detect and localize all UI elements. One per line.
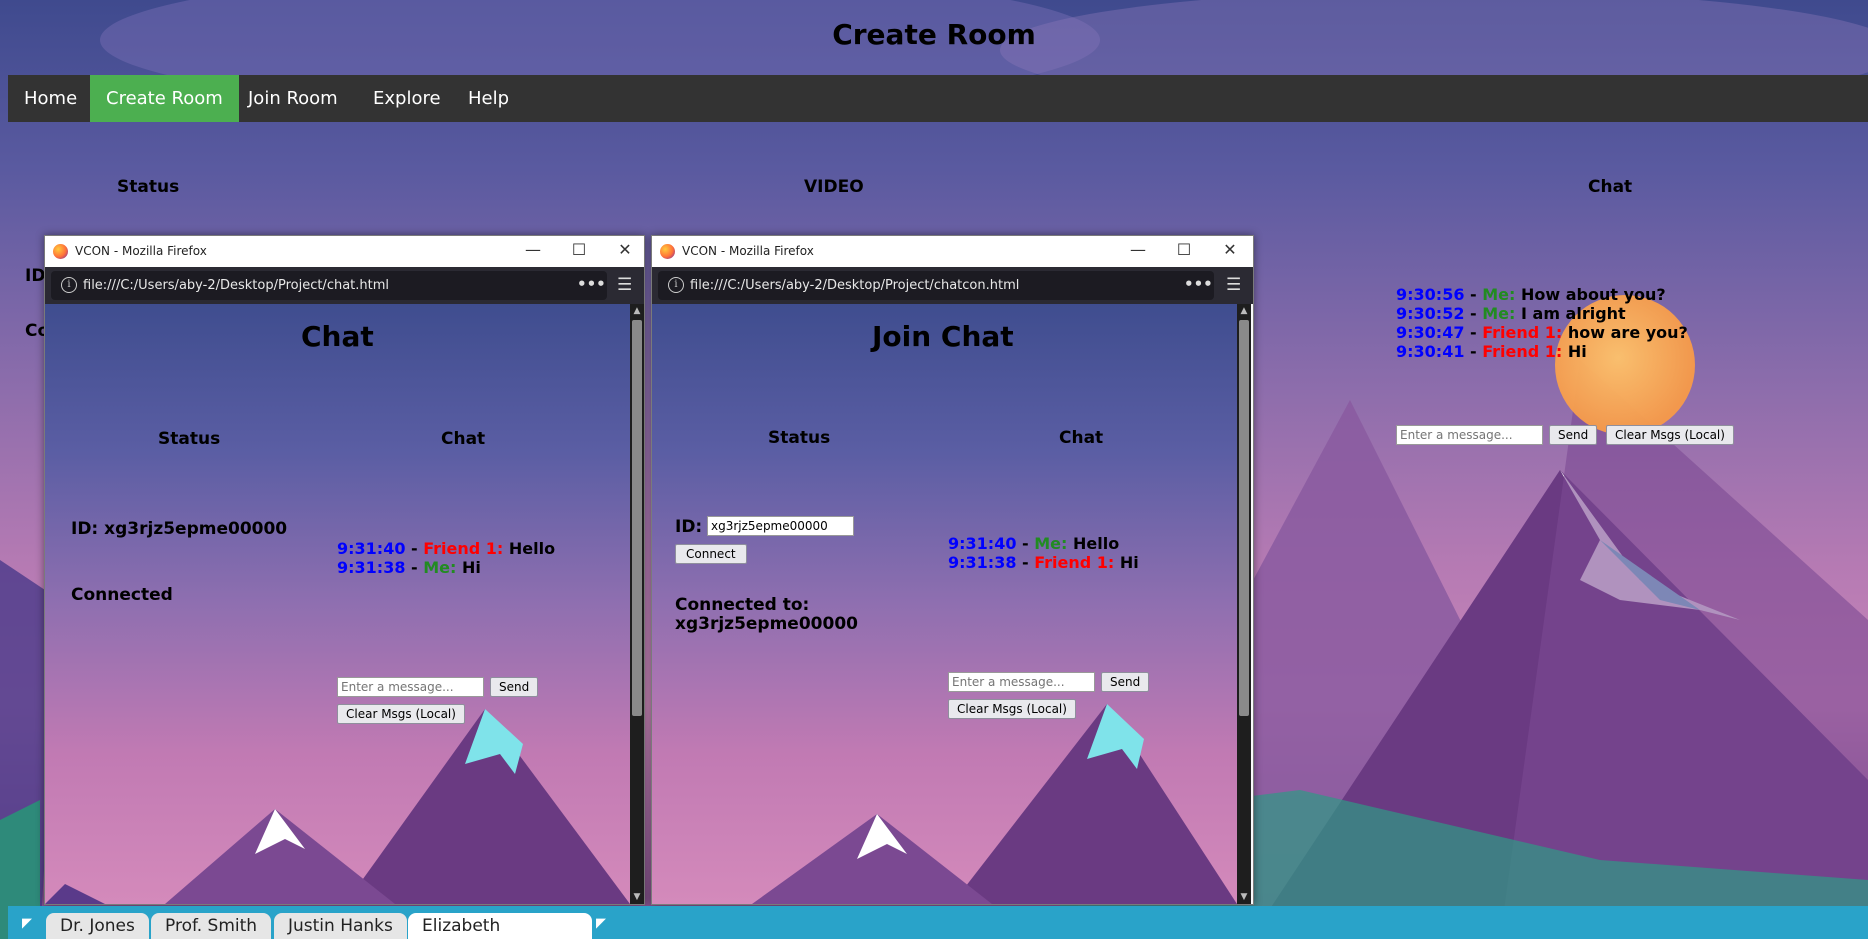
main-send-button[interactable]: Send bbox=[1549, 425, 1598, 445]
peer-id-input[interactable] bbox=[707, 516, 854, 536]
firefox-window-chat: VCON - Mozilla Firefox — ☐ ✕ i file:///C… bbox=[44, 235, 645, 905]
mountain-illustration bbox=[45, 709, 630, 904]
nav-join-room[interactable]: Join Room bbox=[232, 75, 354, 122]
chat-message: 9:30:47 - Friend 1: how are you? bbox=[1396, 323, 1688, 342]
new-tab-icon[interactable]: ◤ bbox=[596, 916, 606, 931]
chat-message: 9:30:56 - Me: How about you? bbox=[1396, 285, 1666, 304]
main-message-input[interactable] bbox=[1396, 425, 1543, 445]
peer-id-text: ID: xg3rjz5epme00000 bbox=[71, 519, 288, 539]
chat-log: 9:31:40 - Me: Hello 9:31:38 - Friend 1: … bbox=[948, 534, 1139, 572]
mountain-illustration bbox=[752, 704, 1237, 904]
firefox-logo-icon bbox=[53, 244, 68, 259]
minimize-icon[interactable]: — bbox=[1128, 240, 1148, 259]
chat-message: 9:30:52 - Me: I am alright bbox=[1396, 304, 1626, 323]
page-heading: Chat bbox=[301, 320, 374, 353]
vertical-scrollbar[interactable]: ▲ ▼ bbox=[1237, 304, 1251, 904]
maximize-icon[interactable]: ☐ bbox=[1174, 240, 1194, 259]
scroll-down-icon[interactable]: ▼ bbox=[630, 892, 644, 902]
page-viewport: Chat Status Chat ID: xg3rjz5epme00000 Co… bbox=[45, 304, 630, 904]
bottom-tab-bar: ◤ Dr. Jones Prof. Smith Justin Hanks Eli… bbox=[8, 906, 1868, 939]
connected-to-label: Connected to: bbox=[675, 595, 810, 615]
status-heading: Status bbox=[768, 428, 831, 448]
status-column-heading: Status bbox=[117, 177, 180, 197]
connected-to-id: xg3rjz5epme00000 bbox=[675, 614, 858, 634]
chat-column-heading: Chat bbox=[1588, 177, 1633, 197]
vertical-scrollbar[interactable]: ▲ ▼ bbox=[630, 304, 644, 904]
chat-message: 9:30:41 - Friend 1: Hi bbox=[1396, 342, 1587, 361]
chat-message: 9:31:38 - Me: Hi bbox=[337, 558, 481, 577]
browser-toolbar: i file:///C:/Users/aby-2/Desktop/Project… bbox=[652, 267, 1253, 304]
connection-status: Connected bbox=[71, 585, 173, 605]
nav-home[interactable]: Home bbox=[8, 75, 93, 122]
scroll-up-icon[interactable]: ▲ bbox=[630, 306, 644, 316]
id-label-partial: ID bbox=[25, 266, 46, 286]
id-label: ID: bbox=[675, 517, 703, 537]
navbar: Home Create Room Join Room Explore Help bbox=[8, 75, 1868, 122]
chat-message: 9:31:38 - Friend 1: Hi bbox=[948, 553, 1139, 572]
page-heading: Join Chat bbox=[872, 320, 1014, 353]
window-titlebar[interactable]: VCON - Mozilla Firefox — ☐ ✕ bbox=[652, 236, 1253, 267]
url-bar[interactable]: i file:///C:/Users/aby-2/Desktop/Project… bbox=[51, 271, 607, 300]
tab-justin-hanks[interactable]: Justin Hanks bbox=[274, 913, 407, 939]
status-heading: Status bbox=[158, 429, 221, 449]
maximize-icon[interactable]: ☐ bbox=[569, 240, 589, 259]
collapse-icon[interactable]: ◤ bbox=[22, 916, 32, 931]
connect-button[interactable]: Connect bbox=[675, 544, 747, 564]
url-bar[interactable]: i file:///C:/Users/aby-2/Desktop/Project… bbox=[658, 271, 1214, 300]
tab-dr-jones[interactable]: Dr. Jones bbox=[46, 913, 149, 939]
close-icon[interactable]: ✕ bbox=[615, 240, 635, 259]
chat-heading: Chat bbox=[441, 429, 486, 449]
chat-message: 9:31:40 - Me: Hello bbox=[948, 534, 1120, 553]
url-text: file:///C:/Users/aby-2/Desktop/Project/c… bbox=[83, 278, 390, 293]
scroll-thumb[interactable] bbox=[1239, 320, 1249, 716]
video-column-heading: VIDEO bbox=[804, 177, 864, 197]
page-actions-icon[interactable]: ••• bbox=[1184, 275, 1213, 293]
firefox-logo-icon bbox=[660, 244, 675, 259]
menu-icon[interactable]: ☰ bbox=[617, 275, 632, 295]
browser-toolbar: i file:///C:/Users/aby-2/Desktop/Project… bbox=[45, 267, 644, 304]
main-chat-log: 9:30:56 - Me: How about you? 9:30:52 - M… bbox=[1396, 285, 1688, 361]
url-text: file:///C:/Users/aby-2/Desktop/Project/c… bbox=[690, 278, 1020, 293]
nav-explore[interactable]: Explore bbox=[357, 75, 457, 122]
window-title: VCON - Mozilla Firefox bbox=[75, 244, 207, 258]
main-clear-button[interactable]: Clear Msgs (Local) bbox=[1606, 425, 1734, 445]
chat-heading: Chat bbox=[1059, 428, 1104, 448]
menu-icon[interactable]: ☰ bbox=[1226, 275, 1241, 295]
firefox-window-join-chat: VCON - Mozilla Firefox — ☐ ✕ i file:///C… bbox=[651, 235, 1254, 905]
window-titlebar[interactable]: VCON - Mozilla Firefox — ☐ ✕ bbox=[45, 236, 644, 267]
window-title: VCON - Mozilla Firefox bbox=[682, 244, 814, 258]
tab-prof-smith[interactable]: Prof. Smith bbox=[151, 913, 272, 939]
tab-elizabeth[interactable]: Elizabeth bbox=[408, 913, 592, 939]
close-icon[interactable]: ✕ bbox=[1220, 240, 1240, 259]
scroll-thumb[interactable] bbox=[632, 320, 642, 716]
info-icon[interactable]: i bbox=[61, 277, 77, 293]
page-actions-icon[interactable]: ••• bbox=[577, 275, 606, 293]
page-viewport: Join Chat Status Chat ID: Connect Connec… bbox=[652, 304, 1237, 904]
scroll-down-icon[interactable]: ▼ bbox=[1237, 892, 1251, 902]
nav-help[interactable]: Help bbox=[452, 75, 525, 122]
scroll-up-icon[interactable]: ▲ bbox=[1237, 306, 1251, 316]
chat-log: 9:31:40 - Friend 1: Hello 9:31:38 - Me: … bbox=[337, 539, 555, 577]
minimize-icon[interactable]: — bbox=[523, 240, 543, 259]
nav-create-room[interactable]: Create Room bbox=[90, 75, 239, 122]
info-icon[interactable]: i bbox=[668, 277, 684, 293]
chat-message: 9:31:40 - Friend 1: Hello bbox=[337, 539, 556, 558]
page-title: Create Room bbox=[832, 18, 1036, 51]
